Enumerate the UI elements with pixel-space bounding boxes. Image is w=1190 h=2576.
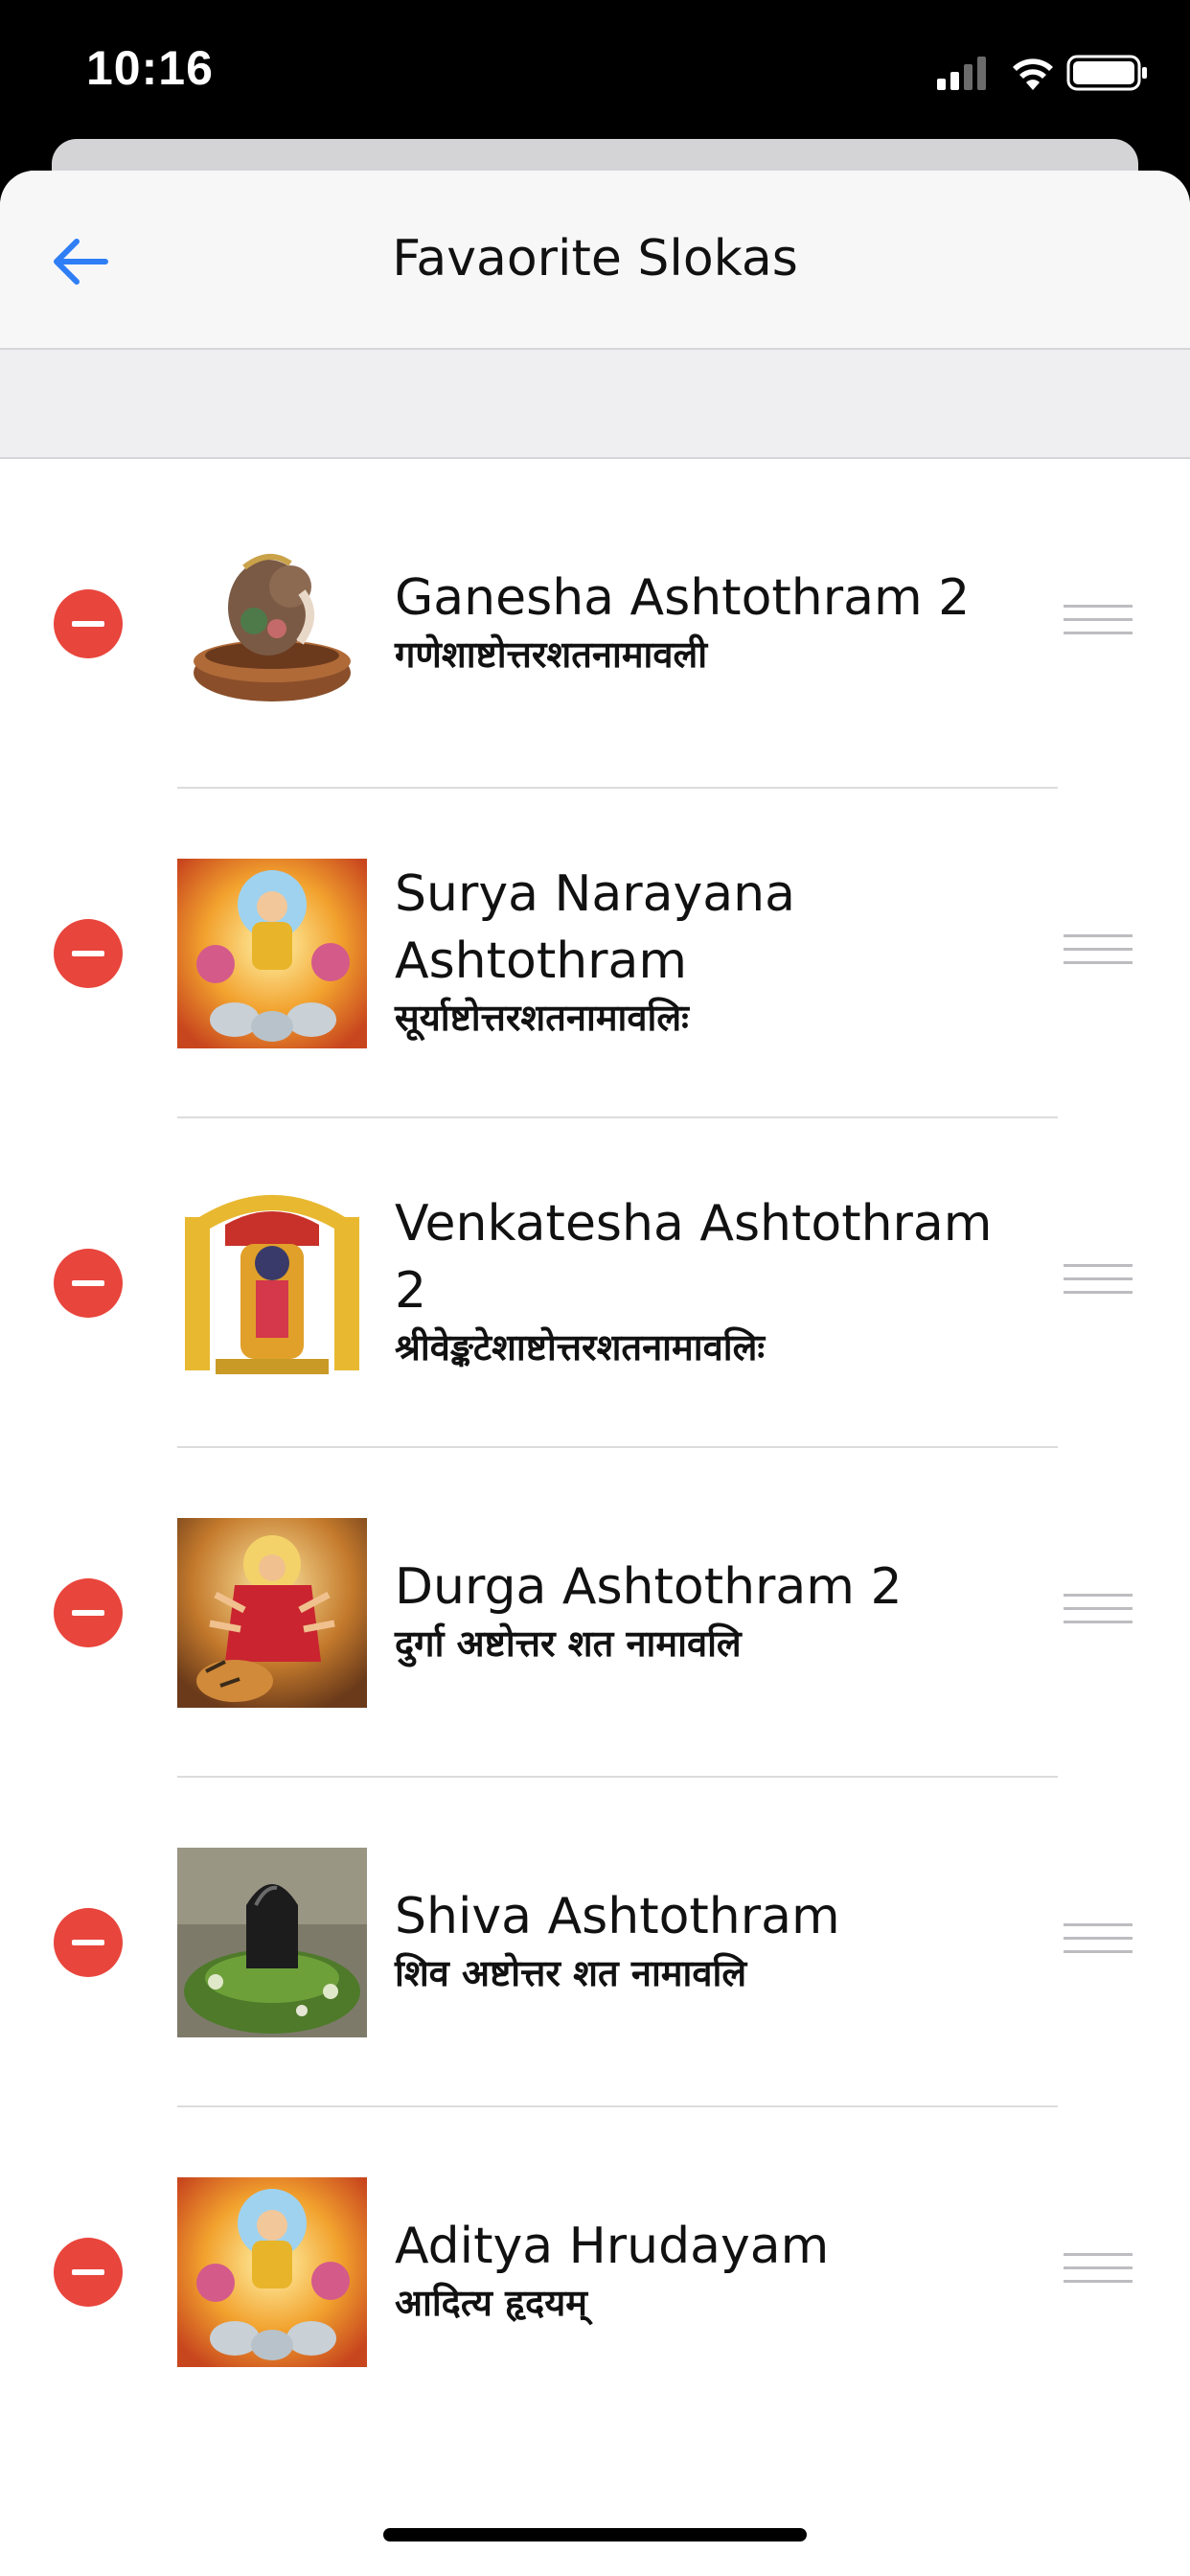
item-text: Surya Narayana Ashtothram सूर्याष्टोत्तर… bbox=[395, 861, 1008, 1041]
status-bar: 10:16 bbox=[0, 0, 1190, 144]
item-text: Durga Ashtothram 2 दुर्गा अष्टोत्तर शत न… bbox=[395, 1553, 1008, 1667]
delete-button[interactable] bbox=[54, 589, 123, 658]
item-text: Ganesha Ashtothram 2 गणेशाष्टोत्तरशतनामा… bbox=[395, 564, 1008, 678]
aditya-image bbox=[177, 2177, 367, 2367]
status-time: 10:16 bbox=[86, 41, 214, 95]
delete-button[interactable] bbox=[54, 2238, 123, 2307]
delete-button[interactable] bbox=[54, 919, 123, 988]
item-subtitle: श्रीवेङ्कटेशाष्टोत्तरशतनामावलिः bbox=[395, 1326, 766, 1368]
delete-button[interactable] bbox=[54, 1249, 123, 1318]
list-item[interactable]: Venkatesha Ashtothram 2 श्रीवेङ्कटेशाष्ट… bbox=[0, 1118, 1190, 1448]
home-indicator[interactable] bbox=[383, 2528, 807, 2542]
item-subtitle: गणेशाष्टोत्तरशतनामावली bbox=[395, 633, 708, 676]
favorites-list: Ganesha Ashtothram 2 गणेशाष्टोत्तरशतनामा… bbox=[0, 459, 1190, 2437]
item-title: Aditya Hrudayam bbox=[395, 2218, 830, 2275]
ganesha-image bbox=[177, 529, 367, 719]
delete-button[interactable] bbox=[54, 1578, 123, 1647]
item-text: Shiva Ashtothram शिव अष्टोत्तर शत नामावल… bbox=[395, 1883, 1008, 1996]
wifi-icon bbox=[1013, 58, 1053, 90]
navigation-bar: Favaorite Slokas bbox=[0, 171, 1190, 350]
section-header bbox=[0, 350, 1190, 459]
shiva-lingam-image bbox=[177, 1848, 367, 2037]
item-subtitle: शिव अष्टोत्तर शत नामावलि bbox=[395, 1952, 747, 1994]
reorder-handle-icon[interactable] bbox=[1064, 934, 1133, 973]
favorites-sheet: Favaorite Slokas Ganesha Ashtothram 2 गण… bbox=[0, 171, 1190, 2576]
item-subtitle: दुर्गा अष्टोत्तर शत नामावलि bbox=[395, 1622, 742, 1665]
item-title: Surya Narayana Ashtothram bbox=[395, 865, 795, 990]
list-item[interactable]: Aditya Hrudayam आदित्य हृदयम् bbox=[0, 2107, 1190, 2437]
list-item[interactable]: Ganesha Ashtothram 2 गणेशाष्टोत्तरशतनामा… bbox=[0, 459, 1190, 789]
list-item[interactable]: Shiva Ashtothram शिव अष्टोत्तर शत नामावल… bbox=[0, 1778, 1190, 2107]
item-text: Aditya Hrudayam आदित्य हृदयम् bbox=[395, 2213, 1008, 2326]
reorder-handle-icon[interactable] bbox=[1064, 605, 1133, 643]
reorder-handle-icon[interactable] bbox=[1064, 1923, 1133, 1962]
reorder-handle-icon[interactable] bbox=[1064, 1594, 1133, 1632]
item-title: Venkatesha Ashtothram 2 bbox=[395, 1195, 993, 1320]
item-text: Venkatesha Ashtothram 2 श्रीवेङ्कटेशाष्ट… bbox=[395, 1190, 1008, 1370]
item-subtitle: आदित्य हृदयम् bbox=[395, 2282, 587, 2324]
item-subtitle: सूर्याष्टोत्तरशतनामावलिः bbox=[395, 997, 689, 1039]
surya-image bbox=[177, 859, 367, 1048]
page-title: Favaorite Slokas bbox=[392, 230, 798, 288]
item-title: Ganesha Ashtothram 2 bbox=[395, 569, 971, 627]
reorder-handle-icon[interactable] bbox=[1064, 2253, 1133, 2291]
venkatesha-image bbox=[177, 1188, 367, 1378]
list-item[interactable]: Surya Narayana Ashtothram सूर्याष्टोत्तर… bbox=[0, 789, 1190, 1118]
list-item[interactable]: Durga Ashtothram 2 दुर्गा अष्टोत्तर शत न… bbox=[0, 1448, 1190, 1778]
status-icons bbox=[937, 52, 1148, 94]
item-title: Shiva Ashtothram bbox=[395, 1888, 840, 1945]
durga-image bbox=[177, 1518, 367, 1708]
delete-button[interactable] bbox=[54, 1908, 123, 1977]
reorder-handle-icon[interactable] bbox=[1064, 1264, 1133, 1302]
battery-icon bbox=[1066, 55, 1147, 91]
cellular-signal-icon bbox=[937, 57, 986, 90]
item-title: Durga Ashtothram 2 bbox=[395, 1558, 903, 1616]
